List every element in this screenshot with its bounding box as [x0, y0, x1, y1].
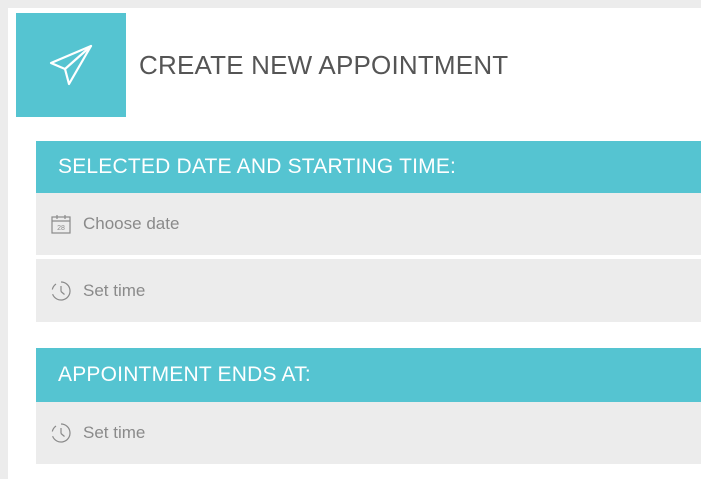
end-time-label: Set time [83, 423, 146, 442]
start-section-title: SELECTED DATE AND STARTING TIME: [36, 141, 701, 193]
paper-plane-icon [49, 44, 93, 86]
choose-date-label: Choose date [83, 214, 180, 233]
svg-text:28: 28 [57, 225, 65, 232]
header-icon-box [16, 13, 126, 117]
clock-icon [49, 279, 73, 303]
clock-icon [49, 421, 73, 445]
end-time-field[interactable]: Set time [36, 402, 701, 464]
choose-date-field[interactable]: 28 Choose date [36, 193, 701, 255]
end-section-title: APPOINTMENT ENDS AT: [36, 348, 701, 402]
start-time-label: Set time [83, 280, 146, 300]
appointment-header: CREATE NEW APPOINTMENT [8, 13, 701, 117]
start-time-field[interactable]: Set time [36, 259, 701, 322]
page-title: CREATE NEW APPOINTMENT [139, 50, 509, 80]
calendar-icon: 28 [49, 212, 73, 236]
